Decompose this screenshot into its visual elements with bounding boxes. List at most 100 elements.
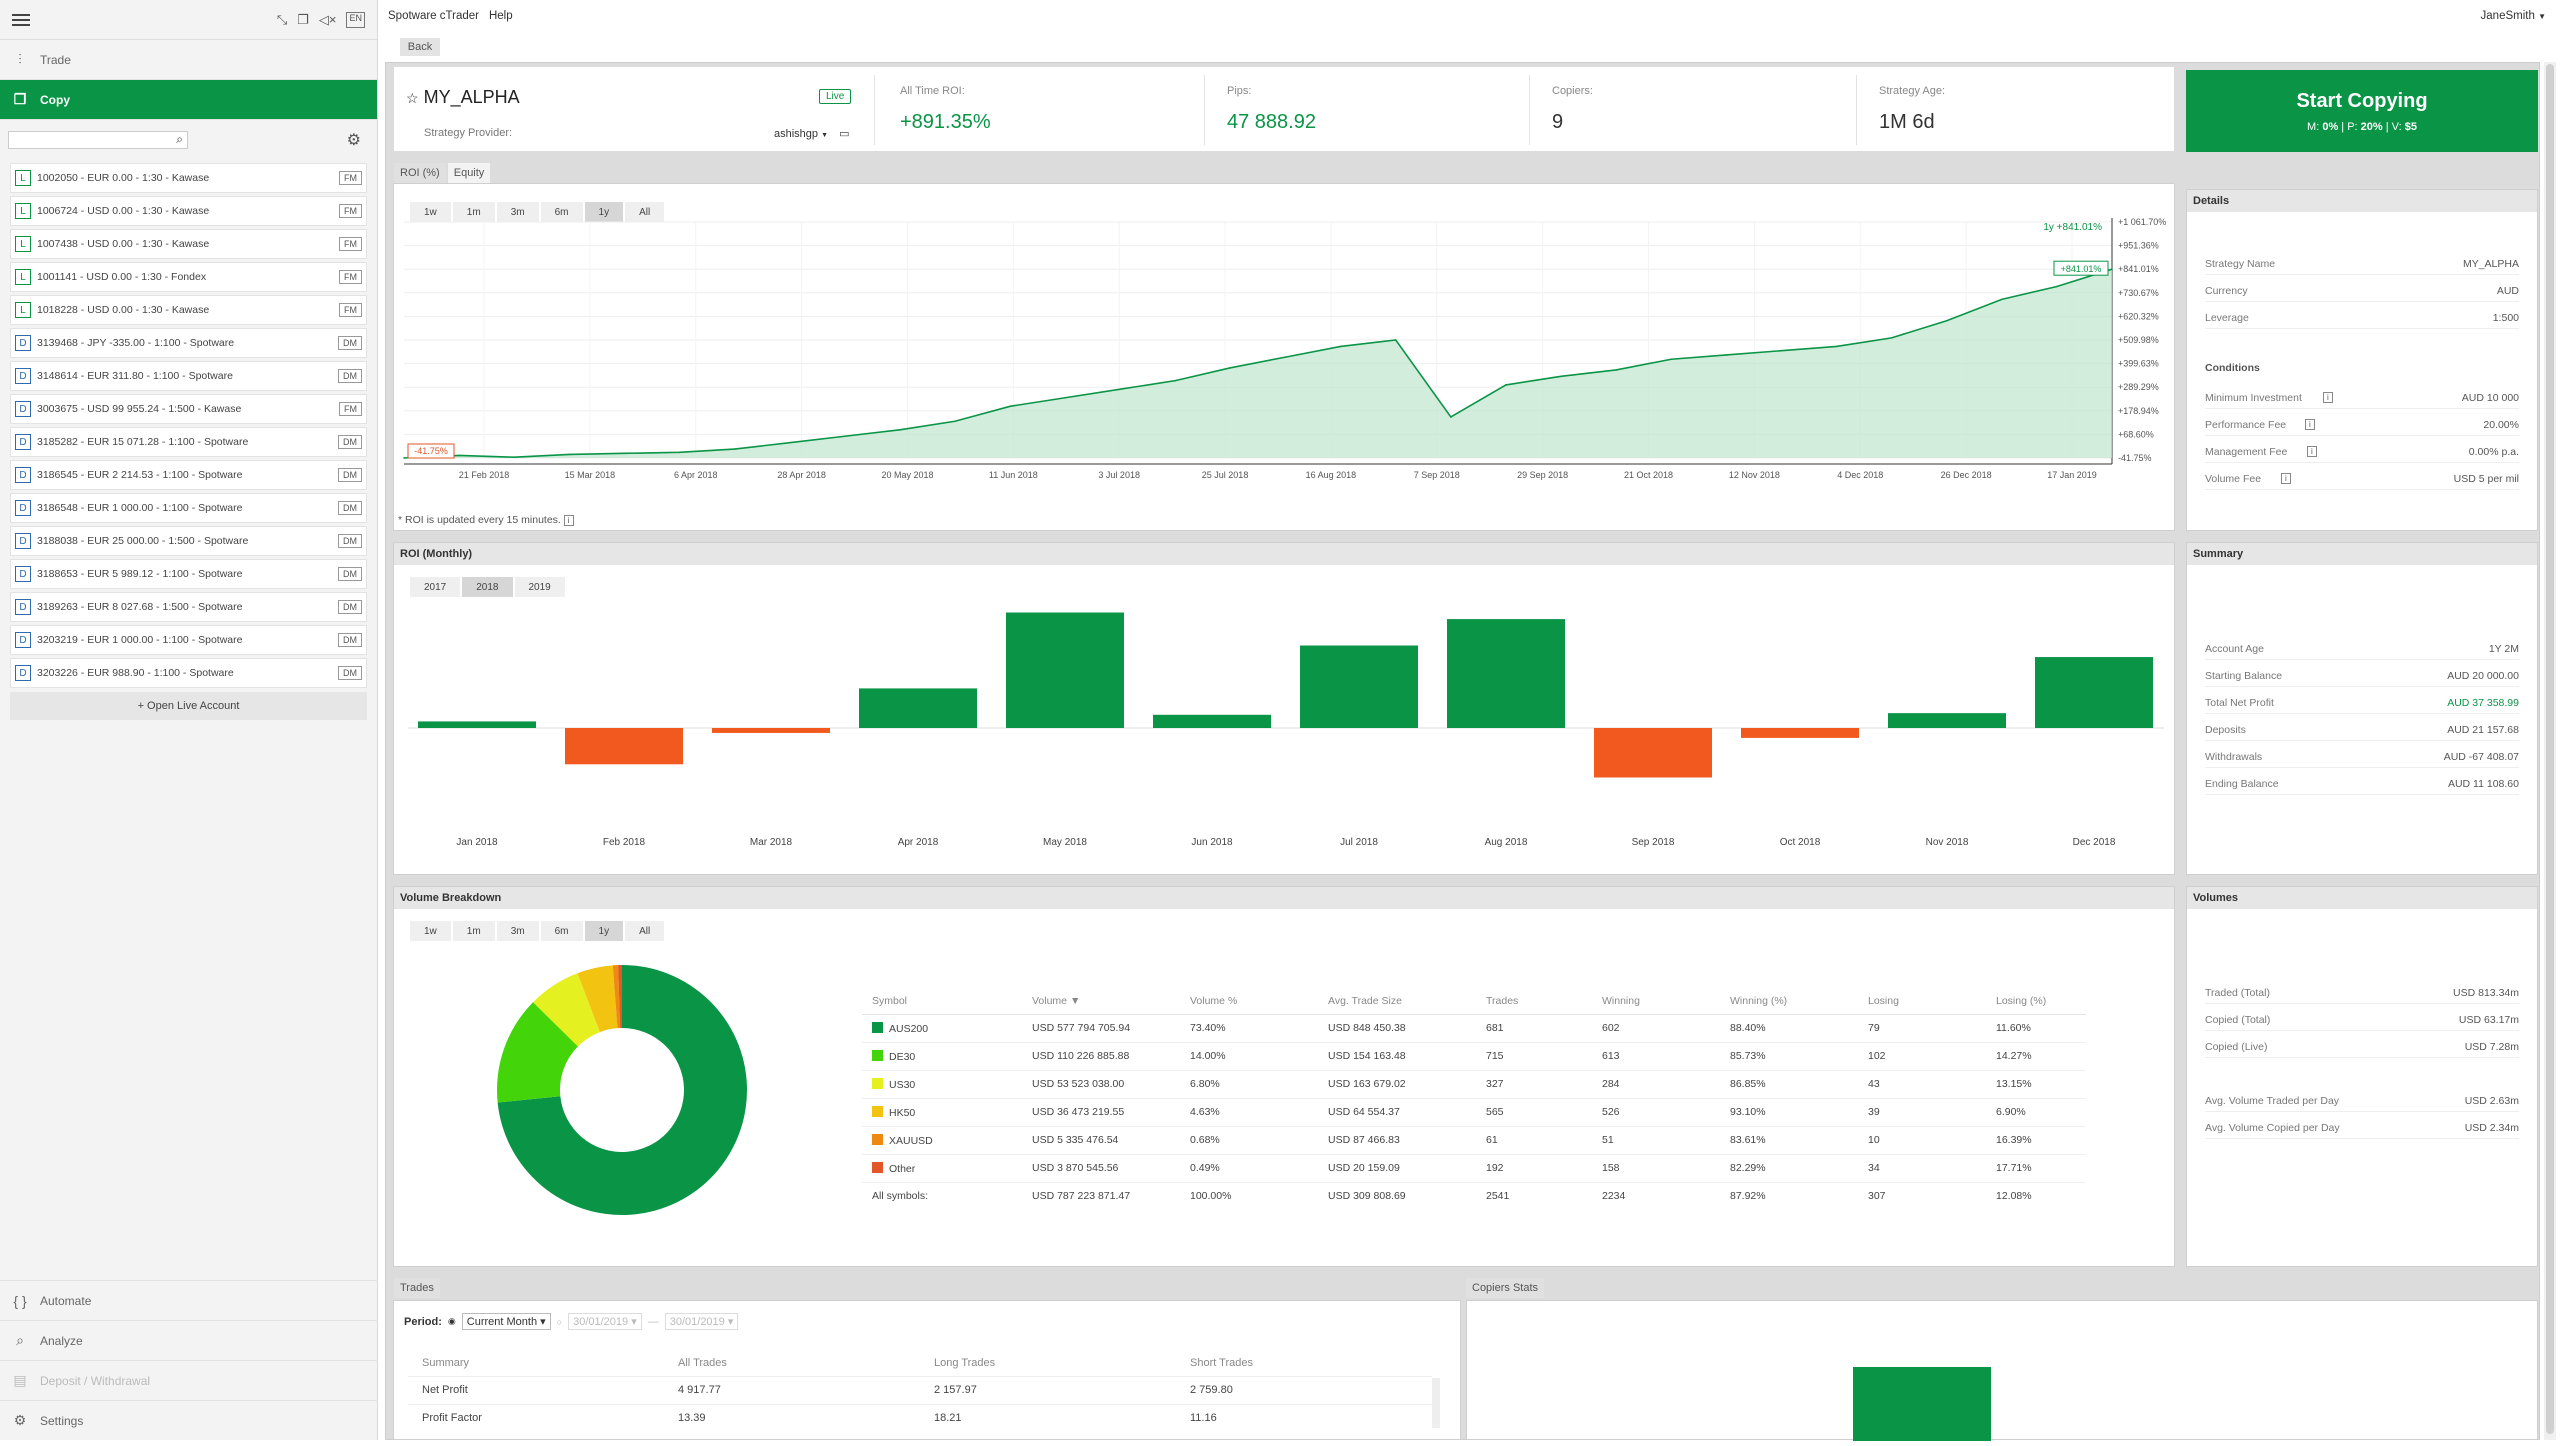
monthly-bar[interactable] [1153,714,1271,728]
sidebar-bottom-nav: { } Automate ⌕ Analyze ▤ Deposit / Withdraw… [0,1280,378,1440]
period-pill[interactable]: 6m [540,921,583,941]
monthly-bar[interactable] [2035,657,2153,728]
account-tag: DM [338,435,362,449]
monthly-bar[interactable] [418,721,536,728]
monthly-bar[interactable] [565,728,683,765]
column-header[interactable]: Losing (%) [1986,988,2086,1015]
language-icon[interactable]: EN [346,11,365,28]
account-item[interactable]: D 3188038 - EUR 25 000.00 - 1:500 - Spotw… [10,526,367,556]
copiers-bar[interactable] [1853,1367,1991,1441]
column-header[interactable]: Winning (%) [1720,988,1858,1015]
detail-row: Account Age 1Y 2M [2205,643,2519,660]
period-pill[interactable]: 3m [496,921,539,941]
info-icon[interactable]: i [2323,392,2333,403]
account-item[interactable]: D 3185282 - EUR 15 071.28 - 1:100 - Spotw… [10,427,367,457]
trades-scrollbar[interactable] [1432,1378,1440,1428]
period-select[interactable]: Current Month ▾ [461,1313,551,1330]
account-item[interactable]: D 3189263 - EUR 8 027.68 - 1:500 - Spotwa… [10,592,367,622]
table-header-row: Symbol Volume ▼ Volume % Avg. Trade Size Tra… [862,988,2086,1015]
account-item[interactable]: D 3186545 - EUR 2 214.53 - 1:100 - Spotwa… [10,460,367,490]
date-from-input[interactable]: 30/01/2019 ▾ [568,1313,642,1330]
trades-tabs: Trades [394,1278,440,1298]
date-to-input[interactable]: 30/01/2019 ▾ [664,1313,739,1330]
monthly-bar[interactable] [1447,619,1565,728]
fullscreen-icon[interactable]: ⤡ [277,12,287,28]
account-item[interactable]: D 3188653 - EUR 5 989.12 - 1:100 - Spotwa… [10,559,367,589]
nav-automate[interactable]: { } Automate [0,1280,378,1320]
user-menu[interactable]: JaneSmith ▼ [2481,10,2546,22]
windows-icon[interactable]: ❐ [297,12,309,28]
info-icon[interactable]: i [2307,446,2317,457]
start-copying-button[interactable]: Start Copying M: 0% | P: 20% | V: $5 [2186,70,2538,152]
account-item[interactable]: L 1018228 - USD 0.00 - 1:30 - Kawase FM [10,295,367,325]
provider-value: ashishgp [774,128,819,140]
table-row: Net Profit 4 917.77 2 157.97 2 759.80 [408,1375,1432,1404]
column-header[interactable]: Winning [1592,988,1720,1015]
nav-copy[interactable]: ❐ Copy [0,80,377,120]
table-row[interactable]: Other USD 3 870 545.56 0.49% USD 20 159.09 1… [862,1154,2086,1183]
tab-trades[interactable]: Trades [394,1278,440,1298]
monthly-bar[interactable] [1006,612,1124,729]
column-header[interactable]: Symbol [862,988,1022,1015]
table-row[interactable]: XAUUSD USD 5 335 476.54 0.68% USD 87 466.83… [862,1126,2086,1155]
info-icon[interactable]: i [2281,473,2291,484]
table-row[interactable]: DE30 USD 110 226 885.88 14.00% USD 154 163.… [862,1042,2086,1071]
message-icon[interactable]: ▭ [839,128,849,140]
table-cell: Other [862,1154,1022,1183]
table-cell: USD 3 870 545.56 [1022,1154,1180,1183]
account-item[interactable]: D 3003675 - USD 99 955.24 - 1:500 - Kawas… [10,394,367,424]
period-pill[interactable]: All [625,921,665,941]
table-cell: 14.27% [1986,1042,2086,1071]
monthly-bar[interactable] [1300,645,1418,729]
monthly-bar[interactable] [1741,728,1859,738]
period-radio-custom[interactable]: ○ [557,1317,562,1327]
column-header[interactable]: Volume ▼ [1022,988,1180,1015]
account-item[interactable]: L 1002050 - EUR 0.00 - 1:30 - Kawase FM [10,163,367,193]
open-live-account-button[interactable]: + Open Live Account [10,692,367,720]
account-item[interactable]: D 3186548 - EUR 1 000.00 - 1:100 - Spotwa… [10,493,367,523]
column-header[interactable]: Losing [1858,988,1986,1015]
info-icon[interactable]: i [2305,419,2315,430]
nav-settings[interactable]: ⚙ Settings [0,1400,378,1440]
account-item[interactable]: D 3148614 - EUR 311.80 - 1:100 - Spotware… [10,361,367,391]
menu-app[interactable]: Spotware cTrader [388,10,479,22]
period-pill[interactable]: 1m [452,921,495,941]
nav-trade[interactable]: ⫶ Trade [0,40,377,80]
column-header[interactable]: Trades [1476,988,1592,1015]
gear-icon[interactable]: ⚙ [347,130,361,150]
nav-analyze[interactable]: ⌕ Analyze [0,1320,378,1360]
period-radio-current[interactable]: ◉ [448,1316,456,1327]
table-row[interactable]: US30 USD 53 523 038.00 6.80% USD 163 679.02… [862,1070,2086,1099]
sound-icon[interactable]: ◁× [319,12,337,28]
provider-name[interactable]: ashishgp ▼ ▭ [774,127,850,140]
tab-equity[interactable]: Equity [447,163,491,183]
back-button[interactable]: Back [400,38,440,56]
monthly-bar[interactable] [1594,728,1712,778]
account-item[interactable]: D 3203226 - EUR 988.90 - 1:100 - Spotware… [10,658,367,688]
monthly-bar[interactable] [712,728,830,733]
account-search-input[interactable]: ⌕ [8,131,188,149]
account-item[interactable]: D 3139468 - JPY -335.00 - 1:100 - Spotwar… [10,328,367,358]
period-pill[interactable]: 1w [410,921,451,941]
tab-roi[interactable]: ROI (%) [394,163,446,183]
column-header[interactable]: Avg. Trade Size [1318,988,1476,1015]
table-row[interactable]: HK50 USD 36 473 219.55 4.63% USD 64 554.37 5… [862,1098,2086,1127]
menu-help[interactable]: Help [489,10,513,22]
table-cell: 613 [1592,1042,1720,1071]
account-item[interactable]: L 1001141 - USD 0.00 - 1:30 - Fondex FM [10,262,367,292]
main-scrollbar[interactable] [2544,62,2556,1440]
account-type-badge: D [15,632,31,648]
tab-copiers-stats[interactable]: Copiers Stats [1466,1278,1545,1298]
account-item[interactable]: L 1006724 - USD 0.00 - 1:30 - Kawase FM [10,196,367,226]
column-header[interactable]: Volume % [1180,988,1318,1015]
period-pill[interactable]: 1y [584,921,624,941]
table-cell: USD 20 159.09 [1318,1154,1476,1183]
info-icon[interactable]: i [563,515,574,526]
table-row[interactable]: AUS200 USD 577 794 705.94 73.40% USD 848 45… [862,1014,2086,1043]
account-item[interactable]: L 1007438 - USD 0.00 - 1:30 - Kawase FM [10,229,367,259]
hamburger-menu-icon[interactable] [12,18,30,21]
monthly-bar[interactable] [859,688,977,728]
account-item[interactable]: D 3203219 - EUR 1 000.00 - 1:100 - Spotwa… [10,625,367,655]
star-icon[interactable]: ☆ [406,90,419,106]
monthly-bar[interactable] [1888,713,2006,728]
